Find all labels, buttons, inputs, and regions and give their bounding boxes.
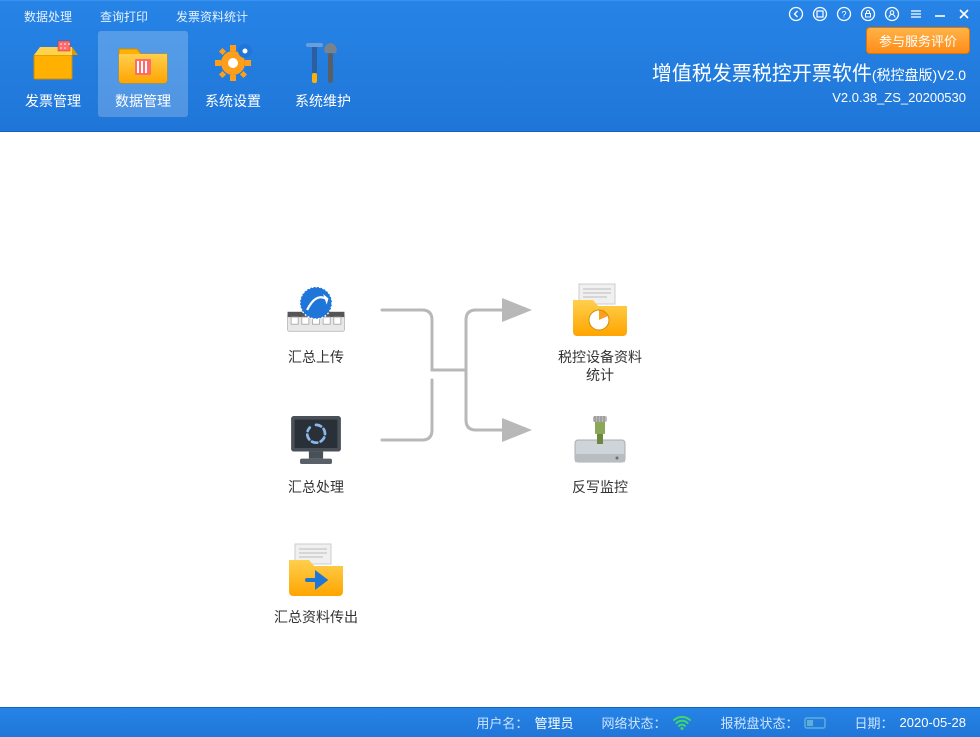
flow-label: 汇总资料传出 [274, 608, 358, 626]
status-date-label: 日期： [854, 713, 893, 732]
status-network-label: 网络状态： [601, 713, 666, 732]
flow-label: 汇总处理 [288, 478, 344, 496]
folder-data-icon [115, 37, 171, 87]
main-content: 汇总上传 汇总处理 [0, 132, 980, 707]
menu-icon[interactable] [906, 4, 926, 24]
app-version: V2.0.38_ZS_20200530 [652, 90, 966, 105]
flow-summary-export[interactable]: 汇总资料传出 [256, 542, 376, 626]
status-network: 网络状态： [601, 713, 692, 732]
flow-label: 汇总上传 [288, 348, 344, 366]
tools-icon [302, 37, 344, 87]
toolbar-label: 发票管理 [25, 91, 81, 111]
help-icon[interactable]: ? [834, 4, 854, 24]
disk-icon [804, 715, 826, 731]
flow-summary-upload[interactable]: 汇总上传 [256, 282, 376, 366]
flow-summary-process[interactable]: 汇总处理 [256, 412, 376, 496]
status-bar: 用户名： 管理员 网络状态： 报税盘状态： 日期： 2020-05-28 [0, 707, 980, 737]
back-icon[interactable] [786, 4, 806, 24]
status-date-value: 2020-05-28 [900, 715, 967, 730]
toolbar-system-maint[interactable]: 系统维护 [278, 31, 368, 117]
toolbar-data-mgmt[interactable]: 数据管理 [98, 31, 188, 117]
flow-arrows [0, 132, 980, 707]
wifi-icon [672, 715, 692, 731]
toolbar-label: 系统维护 [295, 91, 351, 111]
status-user: 用户名： 管理员 [476, 713, 573, 732]
menu-query-print[interactable]: 查询打印 [86, 8, 162, 25]
status-date: 日期： 2020-05-28 [854, 713, 966, 732]
status-user-value: 管理员 [534, 713, 573, 732]
flow-device-stats[interactable]: 税控设备资料 统计 [540, 282, 660, 384]
app-title-suffix: (税控盘版)V2.0 [872, 67, 966, 83]
close-icon[interactable] [954, 4, 974, 24]
rating-button[interactable]: 参与服务评价 [866, 27, 970, 54]
status-user-label: 用户名： [476, 713, 528, 732]
user-icon[interactable] [882, 4, 902, 24]
gear-icon [209, 37, 257, 87]
status-disk: 报税盘状态： [720, 713, 826, 732]
toolbar-invoice-mgmt[interactable]: 发票管理 [8, 31, 98, 117]
flow-write-monitor[interactable]: 反写监控 [540, 412, 660, 496]
app-header: 数据处理 查询打印 发票资料统计 ? 参与服务评价 增值税 [0, 0, 980, 132]
flow-label: 反写监控 [572, 478, 628, 496]
title-block: 增值税发票税控开票软件(税控盘版)V2.0 V2.0.38_ZS_2020053… [652, 57, 966, 105]
film-globe-icon [284, 282, 348, 338]
menu-invoice-stats[interactable]: 发票资料统计 [162, 8, 262, 25]
lock-icon[interactable] [858, 4, 878, 24]
settings-icon[interactable] [810, 4, 830, 24]
app-title-main: 增值税发票税控开票软件 [652, 63, 872, 85]
menu-data-process[interactable]: 数据处理 [10, 8, 86, 25]
app-title: 增值税发票税控开票软件(税控盘版)V2.0 [652, 57, 966, 86]
window-controls: ? [786, 4, 974, 24]
folder-chart-icon [568, 282, 632, 338]
flow-label: 税控设备资料 统计 [558, 348, 642, 384]
toolbar-label: 系统设置 [205, 91, 261, 111]
toolbar-label: 数据管理 [115, 91, 171, 111]
drive-brush-icon [568, 412, 632, 468]
svg-text:?: ? [841, 10, 846, 20]
folder-export-icon [284, 542, 348, 598]
status-disk-label: 报税盘状态： [720, 713, 798, 732]
monitor-loading-icon [284, 412, 348, 468]
minimize-icon[interactable] [930, 4, 950, 24]
box-icon [28, 37, 78, 87]
toolbar-system-settings[interactable]: 系统设置 [188, 31, 278, 117]
